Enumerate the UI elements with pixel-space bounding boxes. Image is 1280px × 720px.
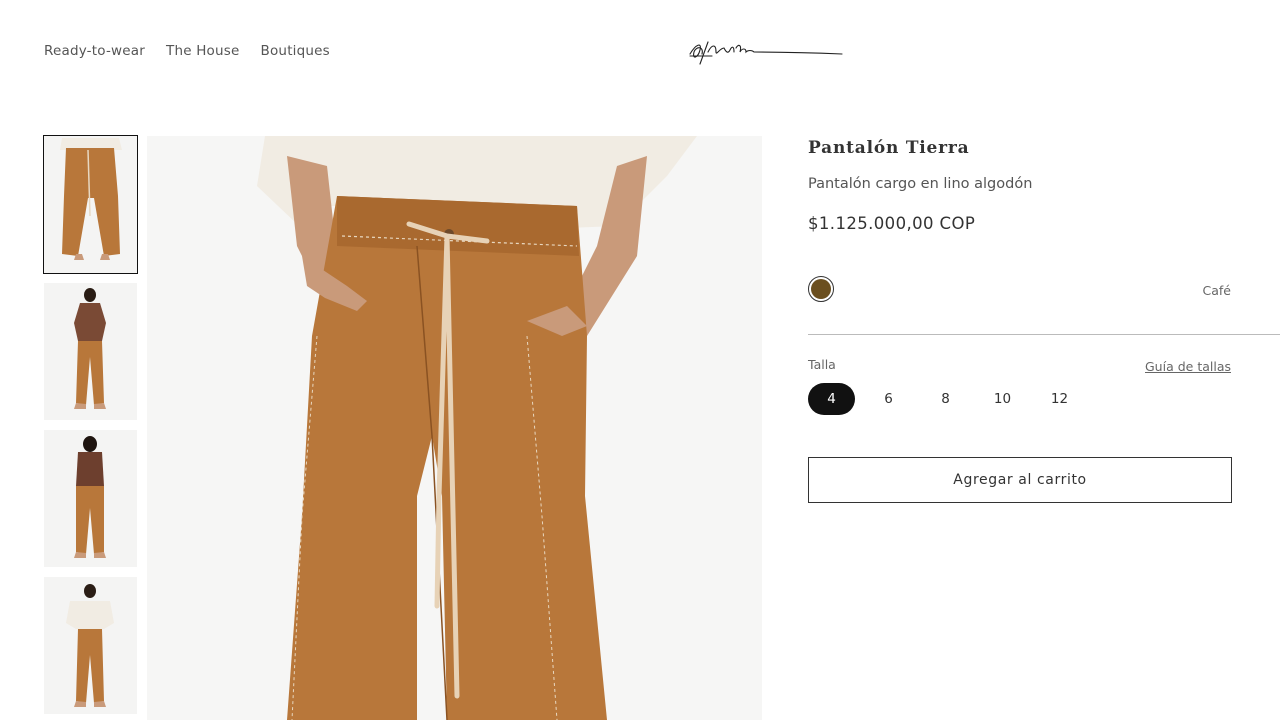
main-product-image[interactable] <box>147 136 762 720</box>
thumbnail-list <box>43 135 138 720</box>
color-selector: Café <box>808 275 1280 335</box>
nav-boutiques[interactable]: Boutiques <box>261 43 330 59</box>
size-option-12[interactable]: 12 <box>1036 383 1083 415</box>
product-info: Pantalón Tierra Pantalón cargo en lino a… <box>808 136 1280 503</box>
color-name: Café <box>1202 283 1231 298</box>
product-title: Pantalón Tierra <box>808 138 970 158</box>
size-option-8[interactable]: 8 <box>922 383 969 415</box>
signature-logo-icon[interactable] <box>686 34 846 70</box>
size-option-4[interactable]: 4 <box>808 383 855 415</box>
product-subtitle: Pantalón cargo en lino algodón <box>808 176 1033 192</box>
nav-ready-to-wear[interactable]: Ready-to-wear <box>44 43 145 59</box>
size-option-6[interactable]: 6 <box>865 383 912 415</box>
model-white-top-thumbnail-icon <box>44 577 137 714</box>
add-to-cart-button[interactable]: Agregar al carrito <box>808 457 1232 503</box>
pants-closeup-image-icon <box>147 136 762 720</box>
size-guide-link[interactable]: Guía de tallas <box>1145 359 1231 374</box>
thumbnail-2[interactable] <box>44 283 137 420</box>
size-header: Talla Guía de tallas <box>808 357 1280 374</box>
thumbnail-3[interactable] <box>44 430 137 567</box>
size-options: 4 6 8 10 12 <box>808 383 1280 415</box>
size-option-10[interactable]: 10 <box>979 383 1026 415</box>
color-swatch-cafe[interactable] <box>808 276 834 302</box>
model-front-thumbnail-icon <box>44 283 137 420</box>
product-price: $1.125.000,00 COP <box>808 214 976 233</box>
size-label: Talla <box>808 357 836 372</box>
main-nav: Ready-to-wear The House Boutiques <box>44 43 330 59</box>
thumbnail-1[interactable] <box>43 135 138 274</box>
model-back-thumbnail-icon <box>44 430 137 567</box>
swatch-fill <box>811 279 831 299</box>
thumbnail-4[interactable] <box>44 577 137 714</box>
pants-closeup-thumbnail-icon <box>44 136 137 273</box>
nav-the-house[interactable]: The House <box>166 43 240 59</box>
